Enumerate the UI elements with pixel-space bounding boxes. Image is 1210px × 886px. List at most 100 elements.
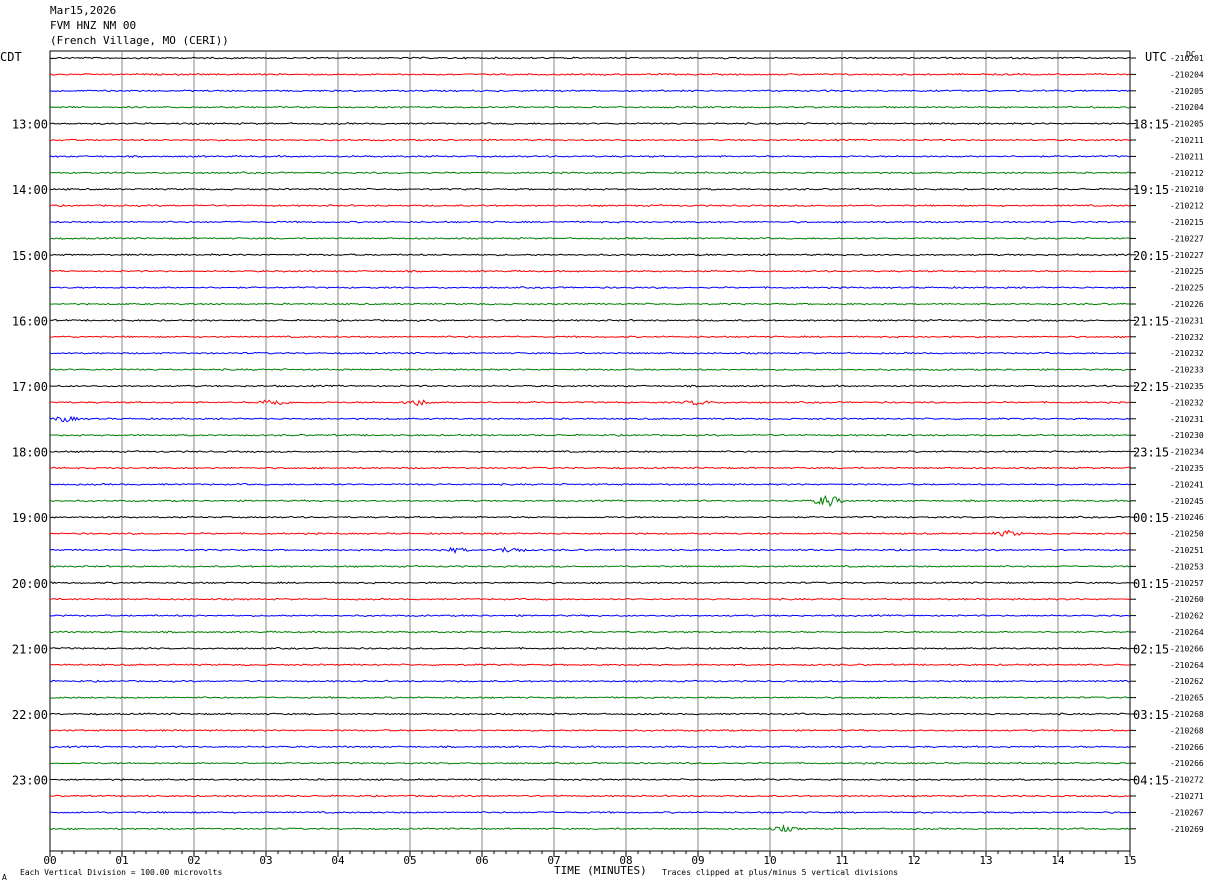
local-hour-label: 20:00 <box>12 577 48 591</box>
trace-line <box>49 696 1131 700</box>
local-hour-label: 19:00 <box>12 511 48 525</box>
x-tick-label: 15 <box>1123 854 1136 867</box>
trace-line <box>49 269 1131 273</box>
local-hour-label: 21:00 <box>12 642 48 656</box>
trace-line <box>49 286 1131 290</box>
trace-line <box>49 663 1131 667</box>
trace-line <box>49 794 1131 798</box>
trace-line <box>49 515 1131 519</box>
local-hour-label: 22:00 <box>12 708 48 722</box>
utc-hour-label: 03:15 <box>1133 708 1169 722</box>
utc-hour-label: 02:15 <box>1133 642 1169 656</box>
dc-offset-label: -210225 <box>1170 284 1204 293</box>
trace-line <box>49 56 1131 60</box>
local-hour-label: 13:00 <box>12 118 48 132</box>
trace-line <box>49 138 1131 142</box>
trace-line <box>49 466 1131 470</box>
utc-hour-label: 23:15 <box>1133 446 1169 460</box>
trace-line <box>49 204 1131 208</box>
trace-line <box>49 450 1131 454</box>
dc-offset-label: -210264 <box>1170 628 1204 637</box>
trace-line <box>49 415 1131 423</box>
dc-offset-label: -210235 <box>1170 464 1204 473</box>
x-tick-label: 06 <box>475 854 488 867</box>
labels: CDT UTC DC TIME (MINUTES) Each Vertical … <box>0 50 1204 882</box>
trace-line <box>49 564 1131 568</box>
traces <box>49 56 1131 833</box>
dc-offset-label: -210235 <box>1170 382 1204 391</box>
trace-line <box>49 646 1131 650</box>
utc-hour-label: 01:15 <box>1133 577 1169 591</box>
dc-offset-label: -210201 <box>1170 54 1204 63</box>
trace-line <box>49 122 1131 126</box>
dc-offset-label: -210227 <box>1170 234 1204 243</box>
local-hour-label: 15:00 <box>12 249 48 263</box>
trace-line <box>49 384 1131 388</box>
dc-offset-label: -210232 <box>1170 333 1204 342</box>
utc-hour-label: 18:15 <box>1133 118 1169 132</box>
dc-offset-label: -210268 <box>1170 726 1204 735</box>
seismogram-page: Mar15,2026 FVM HNZ NM 00 (French Village… <box>0 0 1210 886</box>
dc-offset-label: -210226 <box>1170 300 1204 309</box>
local-hour-label: 18:00 <box>12 446 48 460</box>
dc-offset-label: -210231 <box>1170 415 1204 424</box>
trace-line <box>49 778 1131 782</box>
dc-offset-label: -210204 <box>1170 70 1204 79</box>
trace-line <box>49 581 1131 585</box>
x-tick-label: 02 <box>187 854 200 867</box>
dc-offset-label: -210266 <box>1170 743 1204 752</box>
dc-offset-label: -210210 <box>1170 185 1204 194</box>
utc-hour-label: 22:15 <box>1133 380 1169 394</box>
trace-line <box>49 89 1131 93</box>
dc-offset-label: -210268 <box>1170 710 1204 719</box>
x-tick-label: 01 <box>115 854 128 867</box>
dc-offset-label: -210246 <box>1170 513 1204 522</box>
trace-line <box>49 171 1131 175</box>
dc-offset-label: -210205 <box>1170 87 1204 96</box>
local-hour-label: 14:00 <box>12 183 48 197</box>
dc-offset-label: -210257 <box>1170 579 1204 588</box>
trace-line <box>49 494 1131 508</box>
x-tick-label: 13 <box>979 854 992 867</box>
utc-hour-label: 20:15 <box>1133 249 1169 263</box>
trace-line <box>49 712 1131 716</box>
dc-offset-label: -210271 <box>1170 792 1204 801</box>
dc-offset-label: -210260 <box>1170 595 1204 604</box>
dc-offset-label: -210262 <box>1170 612 1204 621</box>
corner-mark: A <box>2 873 7 882</box>
dc-offset-label: -210231 <box>1170 316 1204 325</box>
x-tick-label: 05 <box>403 854 416 867</box>
helicorder-plot: CDT UTC DC TIME (MINUTES) Each Vertical … <box>0 50 1204 882</box>
trace-line <box>49 72 1131 76</box>
dc-offset-label: -210215 <box>1170 218 1204 227</box>
dc-offset-label: -210265 <box>1170 694 1204 703</box>
trace-line <box>49 302 1131 306</box>
x-tick-label: 00 <box>43 854 56 867</box>
dc-offset-label: -210262 <box>1170 677 1204 686</box>
dc-offset-label: -210212 <box>1170 202 1204 211</box>
dc-offset-label: -210245 <box>1170 497 1204 506</box>
trace-line <box>49 761 1131 765</box>
x-tick-label: 10 <box>763 854 776 867</box>
trace-line <box>49 630 1131 634</box>
dc-offset-label: -210269 <box>1170 825 1204 834</box>
dc-offset-label: -210212 <box>1170 169 1204 178</box>
dc-offset-label: -210250 <box>1170 530 1204 539</box>
dc-offset-label: -210211 <box>1170 152 1204 161</box>
dc-offset-label: -210233 <box>1170 366 1204 375</box>
x-tick-label: 08 <box>619 854 632 867</box>
utc-hour-label: 04:15 <box>1133 774 1169 788</box>
dc-offset-label: -210225 <box>1170 267 1204 276</box>
x-tick-label: 14 <box>1051 854 1065 867</box>
trace-line <box>49 335 1131 339</box>
trace-line <box>49 154 1131 158</box>
clip-note: Traces clipped at plus/minus 5 vertical … <box>662 868 898 877</box>
x-tick-label: 09 <box>691 854 704 867</box>
x-axis-title: TIME (MINUTES) <box>554 864 647 877</box>
dc-offset-label: -210241 <box>1170 480 1204 489</box>
dc-offset-label: -210205 <box>1170 120 1204 129</box>
utc-hour-label: 00:15 <box>1133 511 1169 525</box>
dc-offset-label: -210232 <box>1170 398 1204 407</box>
trace-line <box>49 368 1131 372</box>
trace-line <box>49 679 1131 683</box>
